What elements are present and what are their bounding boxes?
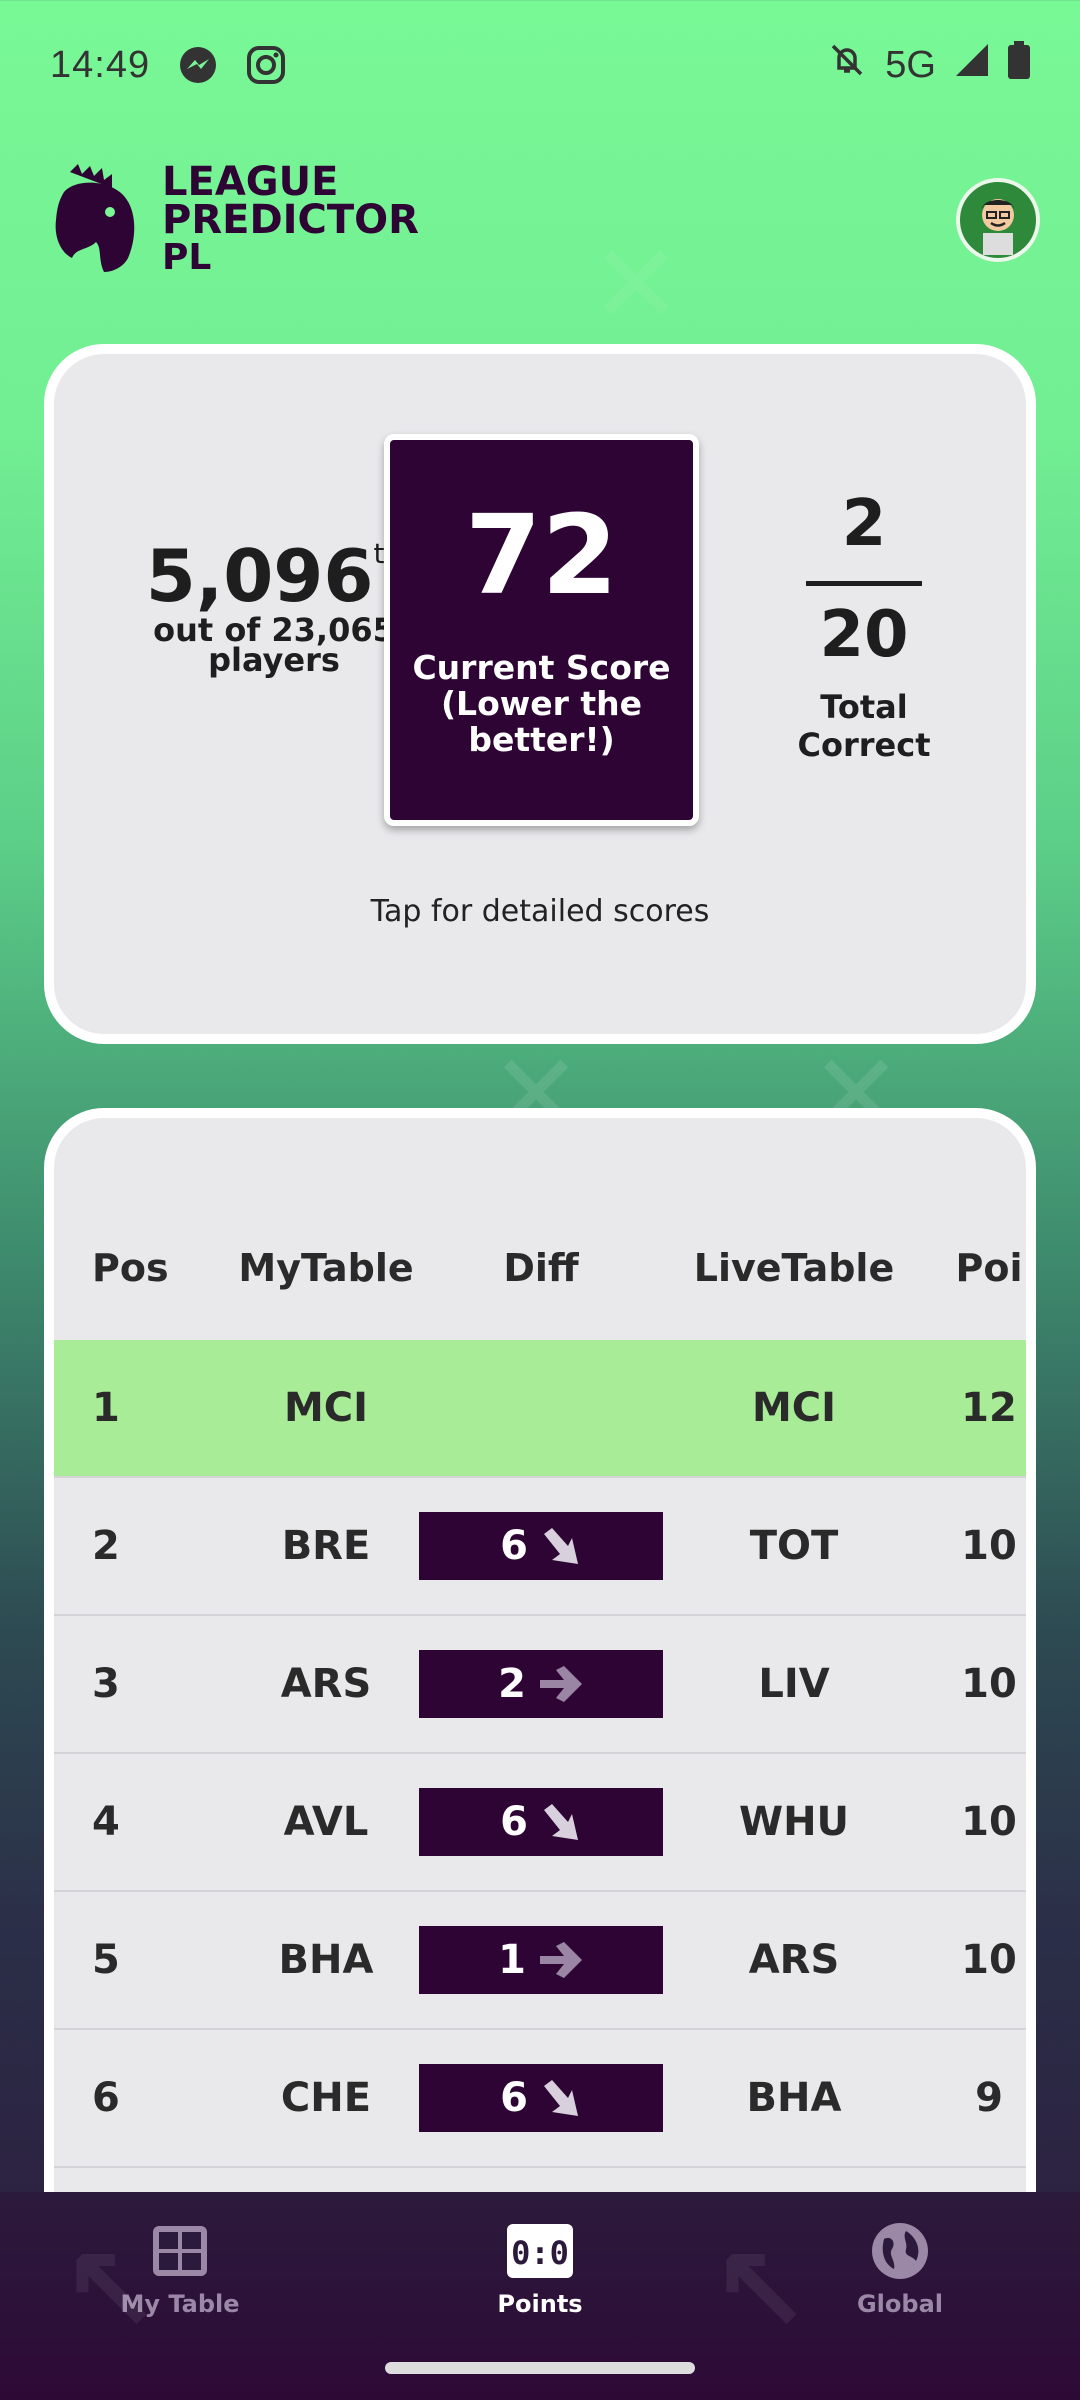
nav-my-table[interactable]: My Table: [0, 2192, 360, 2400]
diff-value: 2: [498, 1661, 526, 1707]
row-livetable-team: MCI: [751, 1385, 837, 1431]
row-points: 12: [961, 1385, 1017, 1431]
diff-value: 6: [500, 1523, 528, 1569]
table-row[interactable]: 5 BHA 1 ARS 10: [54, 1892, 1026, 2030]
status-bar: 14:49 5G: [0, 0, 1080, 130]
diff-value: 6: [500, 2075, 528, 2121]
scoreboard-icon: 0:0: [505, 2220, 575, 2282]
arrow-right-icon: [536, 1664, 584, 1704]
row-mytable-team: BHA: [278, 1937, 374, 1983]
row-livetable-team: BHA: [746, 2075, 842, 2121]
row-mytable-team: CHE: [280, 2075, 372, 2121]
row-mytable-team: MCI: [283, 1385, 369, 1431]
row-pos: 4: [92, 1799, 120, 1845]
nav-global-label: Global: [856, 2290, 943, 2318]
brand-line-2: PREDICTOR: [162, 197, 419, 243]
table-row[interactable]: 4 AVL 6 WHU 10: [54, 1754, 1026, 1892]
arrow-right-icon: [536, 1940, 584, 1980]
nav-points-label: Points: [497, 2290, 583, 2318]
table-row[interactable]: 2 BRE 6 TOT 10: [54, 1478, 1026, 1616]
brand-line-1: LEAGUE: [162, 159, 339, 205]
row-pos: 2: [92, 1523, 120, 1569]
brand-wordmark: LEAGUE PREDICTOR PL: [162, 159, 419, 278]
table-row[interactable]: 1 MCI MCI 12: [54, 1340, 1026, 1478]
diff-badge: 6: [419, 1788, 663, 1856]
nav-global[interactable]: Global: [720, 2192, 1080, 2400]
table-grid-icon: [151, 2220, 209, 2282]
total-correct-block: 2 20 Total Correct: [749, 489, 979, 764]
row-mytable-team: ARS: [280, 1661, 372, 1707]
row-points: 10: [961, 1799, 1017, 1845]
header-livetable: LiveTable: [693, 1246, 895, 1290]
messenger-icon: [178, 45, 218, 85]
diff-value: 6: [500, 1799, 528, 1845]
row-points: 9: [975, 2075, 1003, 2121]
table-row[interactable]: 6 CHE 6 BHA 9: [54, 2030, 1026, 2168]
row-pos: 3: [92, 1661, 120, 1707]
bell-off-icon: [827, 40, 867, 90]
arrow-down-right-icon: [538, 1524, 582, 1568]
arrow-down-right-icon: [538, 2076, 582, 2120]
current-score-label: Current Score (Lower the better!): [412, 648, 671, 759]
diff-value: 1: [498, 1937, 526, 1983]
table-row[interactable]: 3 ARS 2 LIV 10: [54, 1616, 1026, 1754]
network-label: 5G: [885, 43, 936, 86]
row-points: 10: [961, 1937, 1017, 1983]
current-score-value: 72: [464, 491, 619, 619]
correct-count: 2: [841, 487, 887, 561]
arrow-down-right-icon: [538, 1800, 582, 1844]
home-indicator[interactable]: [385, 2362, 695, 2374]
row-pos: 1: [92, 1385, 120, 1431]
app-header: LEAGUE PREDICTOR PL: [50, 160, 1040, 280]
diff-badge: 6: [419, 1512, 663, 1580]
row-livetable-team: ARS: [748, 1937, 840, 1983]
row-points: 10: [961, 1661, 1017, 1707]
globe-icon: [870, 2220, 930, 2282]
battery-icon: [1008, 41, 1030, 89]
table-header: Pos MyTable Diff LiveTable Poi: [54, 1208, 1026, 1328]
row-pos: 5: [92, 1937, 120, 1983]
current-score-box[interactable]: 72 Current Score (Lower the better!): [384, 434, 699, 826]
avatar[interactable]: [956, 178, 1040, 262]
svg-text:0:0: 0:0: [511, 2234, 569, 2272]
row-livetable-team: LIV: [758, 1661, 830, 1707]
diff-badge: 2: [419, 1650, 663, 1718]
row-mytable-team: BRE: [281, 1523, 371, 1569]
header-mytable: MyTable: [238, 1246, 414, 1290]
lion-logo-icon: [50, 162, 140, 279]
signal-icon: [954, 42, 990, 88]
nav-my-table-label: My Table: [120, 2290, 240, 2318]
row-mytable-team: AVL: [283, 1799, 369, 1845]
score-summary-card[interactable]: 5,096th out of 23,065 players 72 Current…: [44, 344, 1036, 1044]
header-diff: Diff: [503, 1246, 579, 1290]
fraction-divider: [806, 581, 922, 586]
diff-badge: 6: [419, 2064, 663, 2132]
diff-badge: 1: [419, 1926, 663, 1994]
brand-line-3: PL: [162, 237, 212, 278]
row-livetable-team: WHU: [738, 1799, 850, 1845]
instagram-icon: [246, 45, 286, 85]
total-correct-label: Total Correct: [797, 688, 931, 764]
row-points: 10: [961, 1523, 1017, 1569]
detailed-scores-hint[interactable]: Tap for detailed scores: [54, 894, 1026, 929]
total-count: 20: [819, 598, 909, 672]
row-livetable-team: TOT: [749, 1523, 839, 1569]
header-points: Poi: [955, 1246, 1023, 1290]
header-pos: Pos: [92, 1246, 169, 1290]
row-pos: 6: [92, 2075, 120, 2121]
status-time: 14:49: [50, 43, 151, 86]
